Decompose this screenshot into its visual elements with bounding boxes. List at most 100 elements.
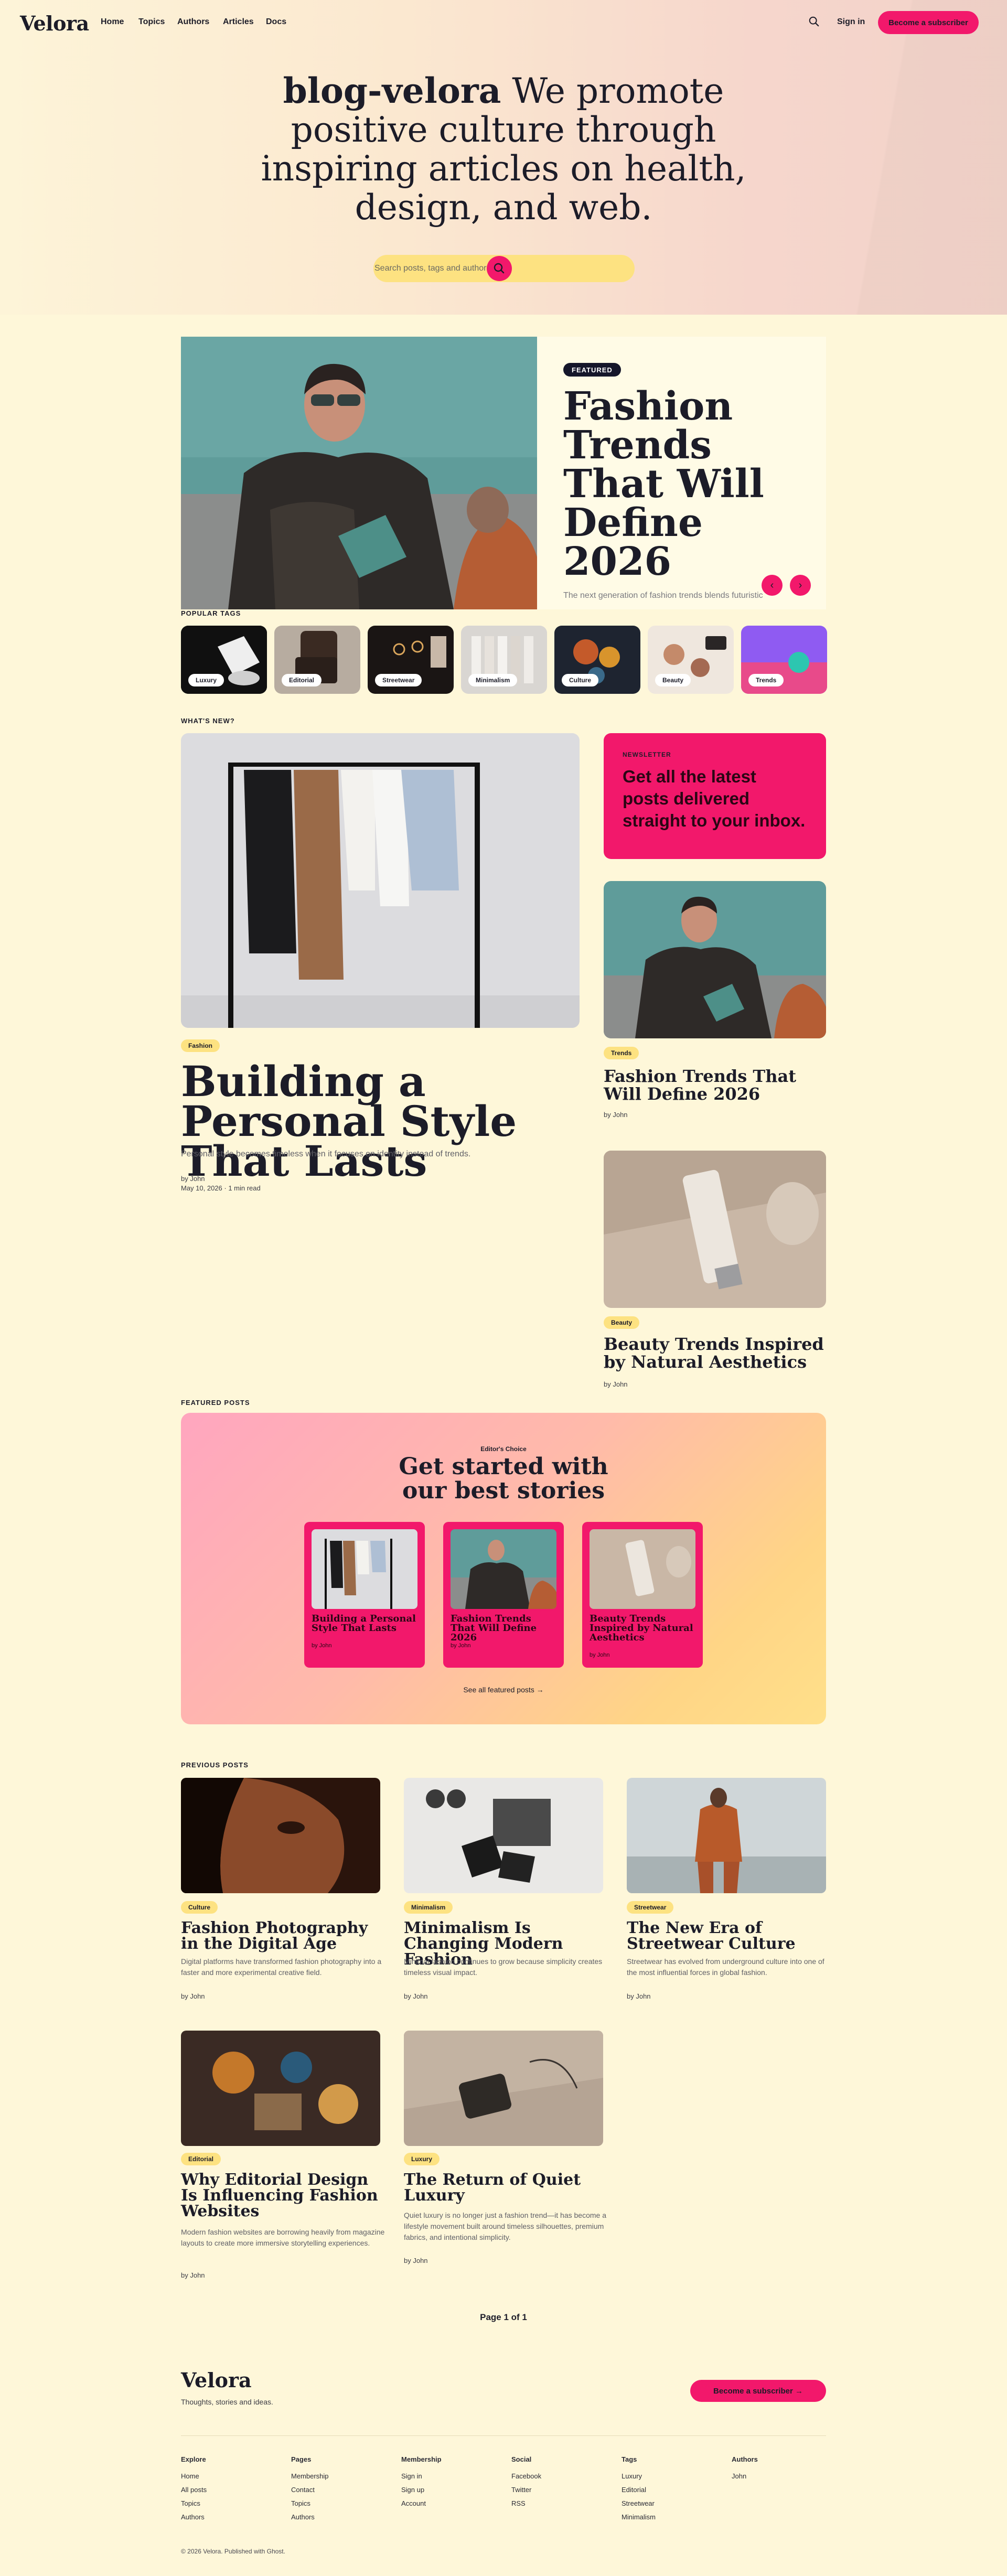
- main-post-author[interactable]: by John: [181, 1174, 261, 1184]
- post-title[interactable]: The Return of Quiet Luxury: [404, 2172, 608, 2204]
- hero-brand: blog-velora: [283, 70, 501, 111]
- footer-column-pages: Pages Membership Contact Topics Authors: [291, 2453, 329, 2524]
- post-title[interactable]: Fashion Photography in the Digital Age: [181, 1920, 385, 1952]
- post-image[interactable]: [404, 1778, 603, 1893]
- footer-link[interactable]: Authors: [181, 2510, 207, 2524]
- footer-link[interactable]: Luxury: [622, 2470, 656, 2483]
- tag-card-beauty[interactable]: Beauty: [648, 626, 734, 694]
- footer-link[interactable]: Minimalism: [622, 2510, 656, 2524]
- main-post-image[interactable]: [181, 733, 580, 1028]
- post-title[interactable]: Why Editorial Design Is Influencing Fash…: [181, 2172, 385, 2219]
- nav-docs[interactable]: Docs: [266, 17, 286, 27]
- tag-card-trends[interactable]: Trends: [741, 626, 827, 694]
- nav-authors[interactable]: Authors: [177, 17, 209, 27]
- main-post-date: May 10, 2026 · 1 min read: [181, 1184, 261, 1192]
- featured-excerpt: The next generation of fashion trends bl…: [563, 591, 763, 600]
- tag-card-culture[interactable]: Culture: [554, 626, 640, 694]
- side-post-title-2[interactable]: Beauty Trends Inspired by Natural Aesthe…: [604, 1335, 829, 1371]
- post-tag[interactable]: Minimalism: [404, 1901, 453, 1914]
- newsletter-card[interactable]: NEWSLETTER Get all the latest posts deli…: [604, 733, 826, 859]
- footer-link[interactable]: Topics: [291, 2497, 329, 2510]
- nav-home[interactable]: Home: [101, 17, 124, 27]
- featured-title[interactable]: Fashion Trends That Will Define 2026: [563, 387, 794, 581]
- side-post-image-2[interactable]: [604, 1151, 826, 1308]
- post-author[interactable]: by John: [627, 1992, 651, 2001]
- minimal-flatlay-image: [404, 1778, 603, 1893]
- footer-link[interactable]: Facebook: [511, 2470, 541, 2483]
- featured-post-title[interactable]: Fashion Trends That Will Define 2026: [451, 1614, 555, 1643]
- main-post-title[interactable]: Building a Personal Style That Lasts: [181, 1060, 590, 1182]
- post-image[interactable]: [404, 2031, 603, 2146]
- footer-link[interactable]: Authors: [291, 2510, 329, 2524]
- post-author[interactable]: by John: [181, 1992, 205, 2001]
- subscribe-button[interactable]: Become a subscriber: [878, 11, 979, 34]
- post-image[interactable]: [627, 1778, 826, 1893]
- post-author[interactable]: by John: [404, 2256, 428, 2266]
- newsletter-text: Get all the latest posts delivered strai…: [623, 767, 806, 830]
- search-input[interactable]: Search posts, tags and authors: [374, 264, 490, 273]
- featured-post-title[interactable]: Beauty Trends Inspired by Natural Aesthe…: [590, 1614, 694, 1643]
- search-button[interactable]: [487, 256, 512, 281]
- footer-link[interactable]: Contact: [291, 2483, 329, 2497]
- popular-tags-label: POPULAR TAGS: [181, 609, 241, 617]
- post-author[interactable]: by John: [181, 2271, 205, 2280]
- post-image[interactable]: [181, 1778, 380, 1893]
- pagination: Page 1 of 1: [480, 2312, 527, 2322]
- side-post-tag-2[interactable]: Beauty: [604, 1316, 640, 1329]
- post-tag[interactable]: Luxury: [404, 2153, 440, 2165]
- footer-link[interactable]: Home: [181, 2470, 207, 2483]
- tag-label: Culture: [562, 674, 598, 686]
- featured-post-card[interactable]: Building a Personal Style That Lasts by …: [304, 1522, 425, 1668]
- featured-post-title[interactable]: Building a Personal Style That Lasts: [312, 1614, 416, 1633]
- footer-heading: Authors: [732, 2455, 758, 2463]
- tag-card-streetwear[interactable]: Streetwear: [368, 626, 454, 694]
- post-title[interactable]: The New Era of Streetwear Culture: [627, 1920, 831, 1952]
- footer-link[interactable]: John: [732, 2470, 758, 2483]
- post-tag[interactable]: Culture: [181, 1901, 218, 1914]
- footer-link[interactable]: Sign up: [401, 2483, 442, 2497]
- main-post-tag[interactable]: Fashion: [181, 1039, 220, 1052]
- featured-image[interactable]: [181, 337, 537, 609]
- footer-link[interactable]: Sign in: [401, 2470, 442, 2483]
- nav-topics[interactable]: Topics: [138, 17, 165, 27]
- featured-card[interactable]: FEATURED Fashion Trends That Will Define…: [537, 337, 826, 609]
- see-all-featured-link[interactable]: See all featured posts →: [181, 1686, 826, 1694]
- side-post-tag-1[interactable]: Trends: [604, 1047, 639, 1059]
- slider-next-button[interactable]: ›: [790, 575, 811, 596]
- footer-link[interactable]: Twitter: [511, 2483, 541, 2497]
- slider-prev-button[interactable]: ‹: [762, 575, 783, 596]
- featured-post-card[interactable]: Fashion Trends That Will Define 2026 by …: [443, 1522, 564, 1668]
- search-icon[interactable]: [808, 16, 820, 27]
- side-post-image-1[interactable]: [604, 881, 826, 1038]
- footer-link[interactable]: Editorial: [622, 2483, 656, 2497]
- side-post-author-2[interactable]: by John: [604, 1380, 628, 1389]
- featured-post-card[interactable]: Beauty Trends Inspired by Natural Aesthe…: [582, 1522, 703, 1668]
- search-icon: [494, 263, 505, 274]
- post-image[interactable]: [181, 2031, 380, 2146]
- side-post-author-1[interactable]: by John: [604, 1110, 628, 1120]
- footer-link[interactable]: Account: [401, 2497, 442, 2510]
- side-post-title-1[interactable]: Fashion Trends That Will Define 2026: [604, 1067, 829, 1103]
- tag-card-luxury[interactable]: Luxury: [181, 626, 267, 694]
- site-logo[interactable]: Velora: [20, 12, 89, 35]
- tag-label: Minimalism: [468, 674, 518, 686]
- skincare-image: [604, 1151, 826, 1308]
- post-author[interactable]: by John: [404, 1992, 428, 2001]
- nav-articles[interactable]: Articles: [223, 17, 254, 27]
- post-tag[interactable]: Editorial: [181, 2153, 221, 2165]
- footer-logo[interactable]: Velora: [181, 2368, 252, 2392]
- man-in-jacket-image: [451, 1529, 556, 1609]
- hero-decoration: [818, 0, 1007, 315]
- tag-card-minimalism[interactable]: Minimalism: [461, 626, 547, 694]
- footer-link[interactable]: All posts: [181, 2483, 207, 2497]
- hero-search-bar[interactable]: Search posts, tags and authors: [373, 255, 635, 282]
- footer-subscribe-button[interactable]: Become a subscriber →: [690, 2380, 826, 2402]
- tag-card-editorial[interactable]: Editorial: [274, 626, 360, 694]
- footer-link[interactable]: RSS: [511, 2497, 541, 2510]
- footer-link[interactable]: Membership: [291, 2470, 329, 2483]
- post-tag[interactable]: Streetwear: [627, 1901, 674, 1914]
- main-post-excerpt: Personal style becomes timeless when it …: [181, 1150, 471, 1158]
- footer-link[interactable]: Streetwear: [622, 2497, 656, 2510]
- footer-link[interactable]: Topics: [181, 2497, 207, 2510]
- signin-link[interactable]: Sign in: [837, 17, 865, 27]
